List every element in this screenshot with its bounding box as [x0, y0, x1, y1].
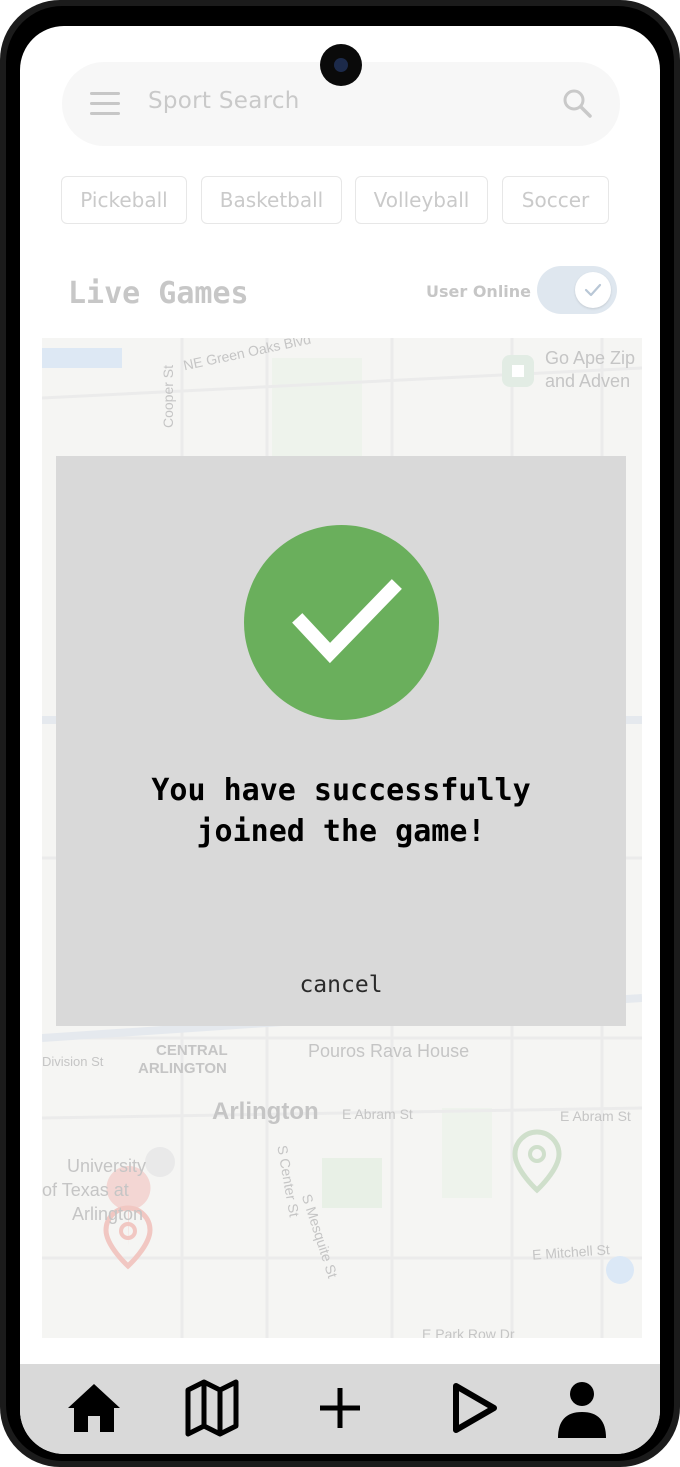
- success-modal: You have successfully joined the game! c…: [56, 456, 626, 1026]
- map-label: CENTRAL: [156, 1042, 228, 1059]
- map-label: E Park Row Dr: [422, 1326, 515, 1338]
- map-label: Division St: [42, 1054, 104, 1069]
- front-camera: [320, 44, 362, 86]
- live-games-title: Live Games: [68, 276, 249, 311]
- map-label: E Abram St: [560, 1108, 631, 1124]
- map-label: E Abram St: [342, 1106, 413, 1122]
- success-message: You have successfully joined the game!: [56, 770, 626, 852]
- user-online-toggle[interactable]: [537, 266, 617, 314]
- bottom-nav: [20, 1364, 660, 1454]
- map-label: Pouros Rava House: [308, 1041, 470, 1061]
- home-icon[interactable]: [62, 1376, 126, 1440]
- profile-icon[interactable]: [550, 1376, 614, 1440]
- search-input[interactable]: Sport Search: [148, 88, 300, 114]
- search-icon[interactable]: [562, 88, 592, 118]
- chip-volleyball[interactable]: Volleyball: [355, 176, 488, 224]
- user-online-label: User Online: [426, 282, 532, 301]
- success-message-line2: joined the game!: [196, 814, 486, 849]
- chip-basketball[interactable]: Basketball: [201, 176, 342, 224]
- toggle-knob: [575, 272, 611, 308]
- success-message-line1: You have successfully: [151, 773, 531, 808]
- checkmark-icon: [292, 579, 402, 664]
- map-label: Arlington: [212, 1098, 319, 1125]
- map-label: ARLINGTON: [138, 1060, 227, 1077]
- map-label: and Adven: [545, 371, 631, 391]
- success-check-icon: [244, 525, 439, 720]
- cancel-button[interactable]: cancel: [56, 972, 626, 998]
- menu-icon[interactable]: [90, 92, 120, 116]
- play-icon[interactable]: [442, 1376, 506, 1440]
- chip-pickleball[interactable]: Pickeball: [61, 176, 187, 224]
- map-label: of Texas at: [42, 1180, 129, 1200]
- map-label: Go Ape Zip: [545, 348, 636, 368]
- check-icon: [584, 283, 602, 297]
- chip-soccer[interactable]: Soccer: [502, 176, 609, 224]
- map-label: Cooper St: [160, 364, 176, 428]
- map-label: University: [67, 1156, 147, 1176]
- map-icon[interactable]: [180, 1376, 244, 1440]
- map-label: Arlington: [72, 1204, 144, 1224]
- plus-icon[interactable]: [308, 1376, 372, 1440]
